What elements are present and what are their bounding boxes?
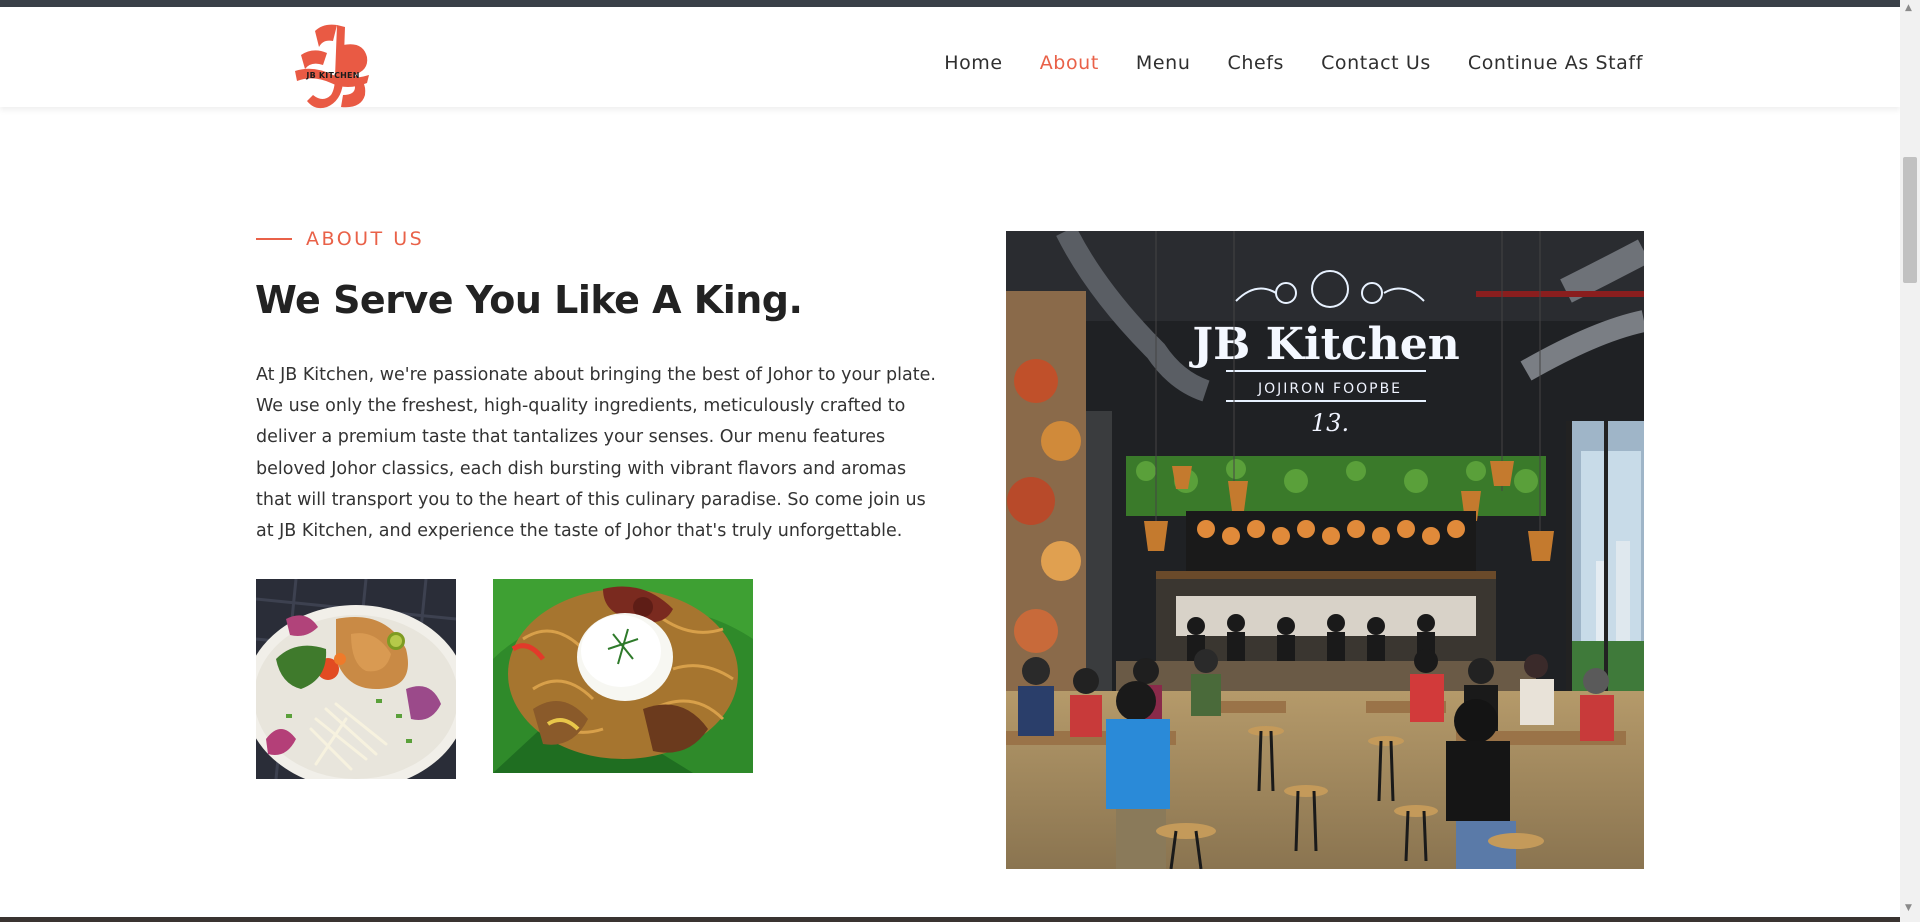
section-label-line: [256, 238, 292, 240]
sign-line: 13.: [1311, 409, 1349, 437]
site-logo[interactable]: JB KITCHEN: [293, 21, 371, 111]
food-image-laksa: [256, 579, 456, 779]
scroll-up-arrow-icon[interactable]: ▲: [1905, 3, 1912, 13]
scroll-down-arrow-icon[interactable]: ▼: [1905, 903, 1912, 913]
scrollbar-thumb[interactable]: [1903, 157, 1917, 283]
nav-about[interactable]: About: [1040, 52, 1099, 74]
sign-brand-name: JB Kitchen: [1188, 319, 1459, 370]
main-nav: Home About Menu Chefs Contact Us Continu…: [944, 52, 1643, 74]
about-heading: We Serve You Like A King.: [255, 278, 803, 322]
about-paragraph: At JB Kitchen, we're passionate about br…: [256, 365, 936, 542]
nav-home[interactable]: Home: [944, 52, 1003, 74]
restaurant-interior-image: JB Kitchen JOJIRON FOOPBE 13.: [1006, 231, 1644, 869]
nav-continue-as-staff[interactable]: Continue As Staff: [1468, 52, 1643, 74]
logo-text: JB KITCHEN: [306, 71, 360, 80]
site-header: JB KITCHEN Home About Menu Chefs Contact…: [0, 7, 1900, 109]
logo-emblem-icon: [295, 24, 369, 109]
section-label-text: ABOUT US: [306, 228, 425, 250]
nav-contact-us[interactable]: Contact Us: [1321, 52, 1431, 74]
page-scrollbar[interactable]: ▲ ▼: [1900, 0, 1920, 922]
browser-top-bar: [0, 0, 1900, 7]
sign-subtitle: JOJIRON FOOPBE: [1257, 381, 1402, 397]
nav-chefs[interactable]: Chefs: [1227, 52, 1284, 74]
nav-menu[interactable]: Menu: [1136, 52, 1191, 74]
next-section-edge: [0, 917, 1900, 922]
food-image-nasi-lemak: [493, 579, 753, 773]
section-label: ABOUT US: [256, 228, 424, 250]
